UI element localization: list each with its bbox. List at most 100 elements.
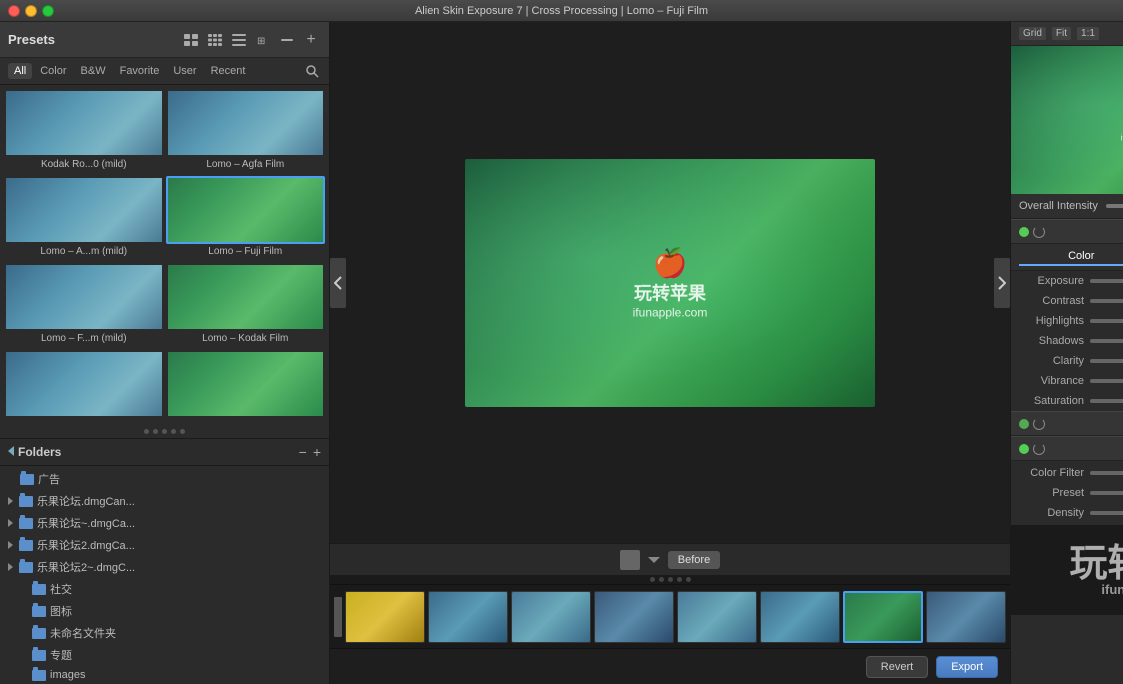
filmstrip-thumb[interactable] [345,591,425,643]
preset-slider[interactable] [1090,491,1123,495]
dot [171,429,176,434]
preset-item[interactable]: Kodak Ro...0 (mild) [4,89,164,174]
canvas-nav-right[interactable] [994,258,1010,308]
export-button[interactable]: Export [936,656,998,678]
canvas-nav-left[interactable] [330,258,346,308]
color-reset-icon[interactable] [1033,443,1045,455]
color-filter-slider[interactable] [1090,471,1123,475]
folder-name: 乐果论坛2~.dmgC... [37,559,135,575]
density-slider[interactable] [1090,511,1123,515]
preset-label: Kodak Ro...0 (mild) [4,157,164,174]
search-presets-icon[interactable] [303,62,321,80]
folder-item[interactable]: 广告 [0,468,329,490]
folder-item[interactable]: 图标 [0,600,329,622]
preset-item[interactable]: Lomo – A...m (mild) [4,176,164,261]
filmstrip-thumb[interactable] [760,591,840,643]
actual-size-button[interactable]: 1:1 [1077,27,1099,40]
folder-item[interactable]: images [0,666,329,684]
highlights-slider[interactable] [1090,319,1123,323]
preset-item[interactable]: Lomo – Agfa Film [166,89,326,174]
preset-item[interactable]: Lomo – Kodak Film [166,263,326,348]
folder-icon [32,670,46,681]
preset-label: Lomo – Kodak Film [166,331,326,348]
filmstrip-thumb-active[interactable] [843,591,923,643]
shadows-row: Shadows 0 [1011,331,1123,351]
overall-intensity-row: Overall Intensity 100 [1011,194,1123,219]
vibrance-slider[interactable] [1090,379,1123,383]
tab-all[interactable]: All [8,63,32,79]
list-view-icon[interactable] [229,32,249,48]
filmstrip-thumb[interactable] [677,591,757,643]
exposure-label: Exposure [1019,275,1084,287]
fit-view-button[interactable]: Fit [1052,27,1071,40]
thumb-image [512,592,590,642]
compare-mode-square[interactable] [620,550,640,570]
preset-item-selected[interactable]: Lomo – Fuji Film [166,176,326,261]
basic-section-header: Basic ▼ [1011,219,1123,244]
grid-view-button[interactable]: Grid [1019,27,1046,40]
close-button[interactable] [8,5,20,17]
sort-icon[interactable]: ⊞ [253,32,273,48]
contrast-slider[interactable] [1090,299,1123,303]
right-panel: Grid Fit 1:1 Navigator ▼ 🍎 玩转苹果 ifunappl… [1010,22,1123,684]
preset-item[interactable] [166,350,326,424]
section-enable-dot[interactable] [1019,227,1029,237]
folder-icon [32,628,46,639]
remove-folder-button[interactable]: − [299,445,307,459]
folder-icon [32,606,46,617]
collapse-icon[interactable] [277,32,297,48]
basic-tab-color[interactable]: Color [1019,248,1123,266]
preset-label: Lomo – F...m (mild) [4,331,164,348]
before-button[interactable]: Before [668,551,720,569]
folder-name: images [50,669,85,681]
folder-item[interactable]: 乐果论坛~.dmgCa... [0,512,329,534]
folder-item[interactable]: 未命名文件夹 [0,622,329,644]
density-row: Density [1011,503,1123,523]
folder-item[interactable]: 乐果论坛2~.dmgC... [0,556,329,578]
folder-item[interactable]: 乐果论坛.dmgCan... [0,490,329,512]
shadows-slider[interactable] [1090,339,1123,343]
folder-expand-icon [8,519,13,527]
add-folder-button[interactable]: + [313,445,321,459]
exposure-slider[interactable] [1090,279,1123,283]
crop-reset-icon[interactable] [1033,418,1045,430]
color-enable-dot[interactable] [1019,444,1029,454]
folder-icon [19,562,33,573]
intensity-slider[interactable] [1106,204,1123,208]
folders-collapse-icon[interactable] [8,446,14,456]
saturation-slider[interactable] [1090,399,1123,403]
grid-small-icon[interactable] [205,32,225,48]
section-reset-icon[interactable] [1033,226,1045,238]
tab-color[interactable]: Color [34,63,72,79]
intensity-label: Overall Intensity [1019,200,1098,212]
tab-user[interactable]: User [167,63,202,79]
filmstrip-thumb[interactable] [926,591,1006,643]
thumb-image [346,592,424,642]
window-controls[interactable] [8,5,54,17]
color-section-header: Color ▼ [1011,436,1123,461]
folder-item[interactable]: 社交 [0,578,329,600]
folder-name: 乐果论坛~.dmgCa... [37,515,135,531]
filmstrip-thumb[interactable] [511,591,591,643]
clarity-slider[interactable] [1090,359,1123,363]
filmstrip-thumb[interactable] [428,591,508,643]
grid-large-icon[interactable] [181,32,201,48]
filmstrip-thumb[interactable] [594,591,674,643]
maximize-button[interactable] [42,5,54,17]
minimize-button[interactable] [25,5,37,17]
preset-item[interactable] [4,350,164,424]
tab-bw[interactable]: B&W [75,63,112,79]
watermark-logo: 🍎 [633,246,708,279]
crop-enable-dot[interactable] [1019,419,1029,429]
compare-mode-dropdown[interactable] [648,557,660,563]
folder-item[interactable]: 专题 [0,644,329,666]
highlights-label: Highlights [1019,315,1084,327]
tab-recent[interactable]: Recent [205,63,252,79]
folder-name: 未命名文件夹 [50,625,116,641]
revert-button[interactable]: Revert [866,656,928,678]
folder-icon [32,650,46,661]
preset-item[interactable]: Lomo – F...m (mild) [4,263,164,348]
folder-item[interactable]: 乐果论坛2.dmgCa... [0,534,329,556]
tab-favorite[interactable]: Favorite [114,63,166,79]
add-preset-button[interactable]: + [301,32,321,48]
